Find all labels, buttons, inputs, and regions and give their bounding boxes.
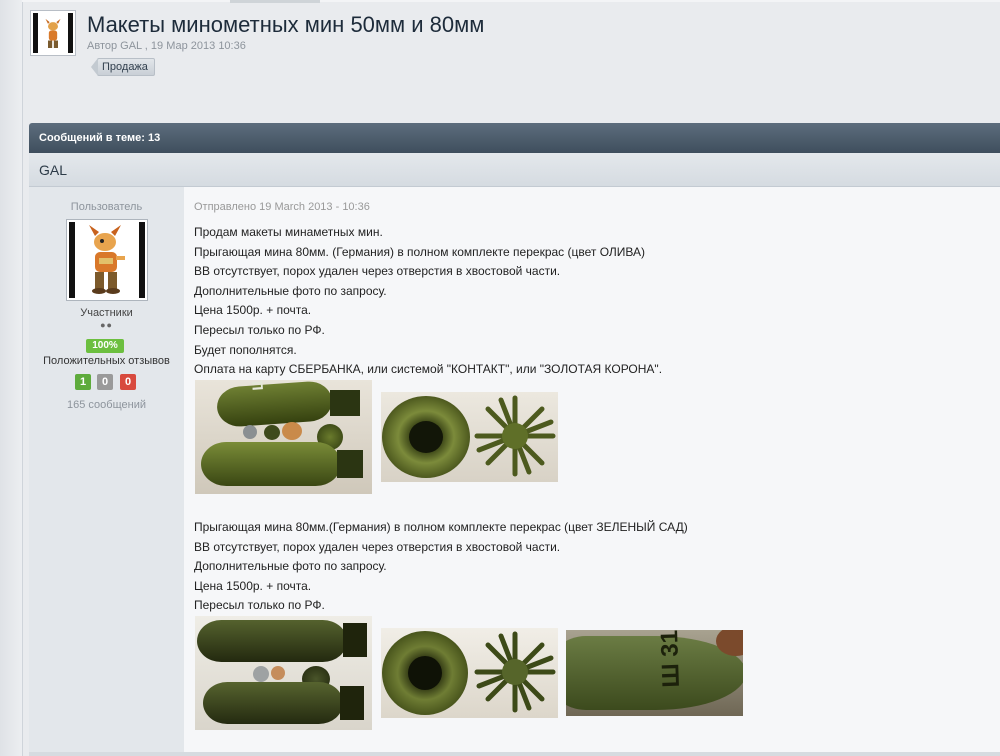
photo-mine-green-1[interactable] xyxy=(195,616,372,730)
photo-mine-olive-1[interactable]: Ш 31 xyxy=(195,380,372,494)
user-post-count: 165 сообщений xyxy=(67,399,146,411)
fuze-part xyxy=(243,425,257,439)
mine-tail-fins xyxy=(330,390,360,416)
thread-header-bar: Сообщений в теме: 13 xyxy=(29,123,1000,153)
post-date: Отправлено 19 March 2013 - 10:36 xyxy=(194,201,370,213)
avatar-image xyxy=(69,222,145,298)
mine-body xyxy=(197,620,347,662)
post-line: Прыгающая мина 80мм.(Германия) в полном … xyxy=(194,520,688,534)
post-line: Будет пополнятся. xyxy=(194,342,297,357)
mine-body xyxy=(201,442,341,486)
post-line: Продам макеты минаметных мин. xyxy=(194,225,383,239)
top-tab-indicator xyxy=(230,0,320,3)
feedback-label: Положительных отзывов xyxy=(43,355,170,367)
post-line: Прыгающая мина 80мм. (Германия) в полном… xyxy=(194,244,646,259)
post-bottom-border xyxy=(29,752,1000,756)
rank-pips: ●● xyxy=(100,320,113,330)
tail-bore xyxy=(409,421,443,453)
user-group: Участники xyxy=(80,307,133,319)
page-title: Макеты минометных мин 50мм и 80мм xyxy=(87,12,485,37)
mine-tail-fins xyxy=(337,450,363,478)
post-line: Дополнительные фото по запросу. xyxy=(194,559,387,574)
mine-body xyxy=(215,380,334,428)
post-line: ВВ отсутствует, порох удален через отвер… xyxy=(194,539,561,554)
mine-body xyxy=(566,636,743,710)
post-line: ВВ отсутствует, порох удален через отвер… xyxy=(194,264,561,279)
author-avatar[interactable] xyxy=(66,219,148,301)
topic-author-avatar[interactable] xyxy=(30,10,76,56)
post-line: Дополнительные фото по запросу. xyxy=(194,283,387,298)
post-line: Пересыл только по РФ. xyxy=(194,598,325,613)
tail-bore xyxy=(408,656,442,690)
mine-body xyxy=(203,682,343,724)
shell-marking: Ш 31 xyxy=(247,380,266,391)
post-text-block-1: Продам макеты минаметных мин. Прыгающая … xyxy=(194,223,662,380)
fuze-part xyxy=(264,425,280,440)
photo-mine-tail-2[interactable] xyxy=(381,628,558,718)
post-line: Цена 1500р. + почта. xyxy=(194,303,312,318)
fuze-part xyxy=(271,666,285,680)
feedback-positive-count[interactable]: 1 xyxy=(75,374,91,390)
post-line: Пересыл только по РФ. xyxy=(194,322,325,337)
fuze-part xyxy=(282,422,302,440)
reputation-badge: 100% xyxy=(86,339,124,353)
page-left-margin xyxy=(0,0,23,756)
topic-meta: Автор GAL , 19 Мар 2013 10:36 xyxy=(87,40,246,52)
fin-assembly xyxy=(474,631,556,713)
photo-mine-tail-1[interactable] xyxy=(381,392,558,482)
avatar-image-small xyxy=(33,13,73,53)
photo-mine-closeup[interactable]: Ш 31 xyxy=(566,630,743,716)
feedback-neutral-count[interactable]: 0 xyxy=(97,374,113,390)
post-line: Цена 1500р. + почта. xyxy=(194,578,312,593)
mine-tail-fins xyxy=(340,686,364,720)
post-line: Оплата на карту СБЕРБАНКА, или системой … xyxy=(194,362,663,377)
tag-prodazha[interactable]: Продажа xyxy=(91,58,155,76)
mine-tail-fins xyxy=(343,623,367,657)
shell-marking: Ш 31 xyxy=(655,630,685,688)
feedback-negative-count[interactable]: 0 xyxy=(120,374,136,390)
user-role: Пользователь xyxy=(70,201,143,213)
post-author-name[interactable]: GAL xyxy=(29,153,1000,187)
fin-assembly xyxy=(474,395,556,477)
page-top-edge xyxy=(22,0,1000,2)
fuze-part xyxy=(253,666,269,682)
post-text-block-2: Прыгающая мина 80мм.(Германия) в полном … xyxy=(194,518,688,616)
